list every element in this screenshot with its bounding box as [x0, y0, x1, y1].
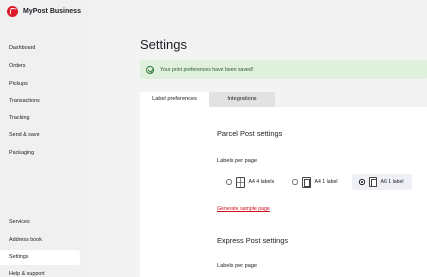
a6-one-label-icon: [368, 177, 377, 188]
sidebar-item-send-and-save[interactable]: Send & save: [0, 128, 80, 143]
success-alert: Your print preferences have been saved!: [140, 60, 427, 79]
option-label: A6 1 label: [380, 179, 404, 185]
sidebar-item-pickups[interactable]: Pickups: [0, 77, 80, 92]
sidebar-item-services[interactable]: Services: [0, 215, 80, 230]
alert-message: Your print preferences have been saved!: [160, 66, 254, 73]
radio-a6-1-label[interactable]: [359, 179, 365, 185]
sidebar-item-transactions[interactable]: Transactions: [0, 94, 80, 109]
express-post-settings-title: Express Post settings: [217, 236, 289, 245]
a4-four-labels-icon: [235, 176, 245, 188]
sidebar-item-address-book[interactable]: Address book: [0, 233, 80, 248]
label-preferences-panel: Parcel Post settings Labels per page A4 …: [140, 107, 427, 277]
parcel-labels-per-page-label: Labels per page: [217, 158, 258, 164]
radio-a4-4-labels[interactable]: [226, 179, 232, 185]
sidebar-item-orders[interactable]: Orders: [0, 59, 80, 74]
auspost-logo-icon: [7, 6, 18, 17]
parcel-post-settings-title: Parcel Post settings: [217, 129, 283, 138]
brand[interactable]: MyPost Business: [7, 6, 81, 17]
sidebar-item-help-support[interactable]: Help & support: [0, 267, 80, 277]
sidebar-item-tracking[interactable]: Tracking: [0, 111, 80, 126]
tab-label-preferences[interactable]: Label preferences: [140, 92, 209, 107]
option-label: A4 1 label: [314, 179, 338, 185]
main-content: Settings Your print preferences have bee…: [88, 0, 427, 277]
settings-tabs: Label preferences Integrations: [140, 92, 275, 107]
express-labels-per-page-label: Labels per page: [217, 263, 258, 269]
a4-one-label-icon: [301, 176, 311, 188]
radio-a4-1-label[interactable]: [292, 179, 298, 185]
option-a4-4-labels[interactable]: A4 4 labels: [226, 174, 274, 190]
tab-integrations[interactable]: Integrations: [209, 92, 275, 107]
sidebar-item-packaging[interactable]: Packaging: [0, 146, 80, 161]
check-circle-icon: [146, 65, 154, 74]
page-title: Settings: [140, 37, 187, 52]
option-label: A4 4 labels: [248, 179, 275, 185]
option-a4-1-label[interactable]: A4 1 label: [292, 174, 338, 190]
generate-sample-page-link[interactable]: Generate sample page: [217, 206, 270, 212]
brand-name: MyPost Business: [23, 8, 81, 15]
sidebar: MyPost Business Dashboard Orders Pickups…: [0, 0, 88, 277]
option-a6-1-label[interactable]: A6 1 label: [352, 174, 412, 190]
sidebar-item-settings[interactable]: Settings: [0, 250, 80, 265]
sidebar-item-dashboard[interactable]: Dashboard: [0, 41, 80, 56]
